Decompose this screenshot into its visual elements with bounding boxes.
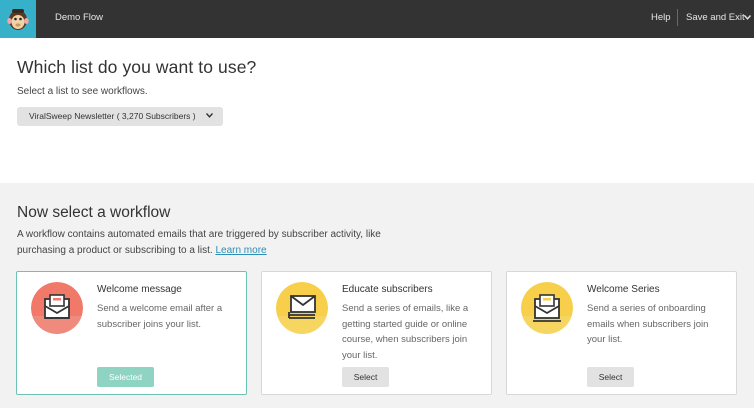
list-section-subtitle: Select a list to see workflows. [17,86,148,97]
workflow-section-title: Now select a workflow [17,204,171,221]
workflow-description-text: A workflow contains automated emails tha… [17,229,381,256]
card-title: Welcome Series [587,284,660,295]
select-button[interactable]: Select [342,367,389,387]
list-section-title: Which list do you want to use? [17,57,257,77]
top-bar: Demo Flow Help Save and Exit [0,0,754,38]
workflow-card-welcome-series[interactable]: Welcome Series Send a series of onboardi… [506,271,737,395]
workflow-card-welcome-message[interactable]: Welcome message Send a welcome email aft… [16,271,247,395]
select-button[interactable]: Select [587,367,634,387]
envelope-icon [31,282,83,334]
card-description: Send a series of emails, like a getting … [342,303,469,361]
card-description: Send a welcome email after a subscriber … [97,303,223,330]
list-dropdown-value: ViralSweep Newsletter ( 3,270 Subscriber… [29,111,196,121]
chimp-icon [7,9,29,30]
workflow-description: A workflow contains automated emails tha… [17,227,407,258]
card-title: Educate subscribers [342,284,433,295]
mailchimp-logo[interactable] [0,0,36,38]
save-and-exit-button[interactable]: Save and Exit [686,12,745,23]
workflow-card-educate-subscribers[interactable]: Educate subscribers Send a series of ema… [261,271,492,395]
chevron-down-icon[interactable] [744,15,751,20]
selected-button[interactable]: Selected [97,367,154,387]
card-title: Welcome message [97,284,182,295]
help-link[interactable]: Help [651,12,671,23]
header-divider [677,9,678,26]
list-dropdown[interactable]: ViralSweep Newsletter ( 3,270 Subscriber… [17,107,223,126]
envelopes-stack-icon [276,282,328,334]
app-title: Demo Flow [55,12,104,23]
envelope-icon [521,282,573,334]
card-description: Send a series of onboarding emails when … [587,303,709,345]
learn-more-link[interactable]: Learn more [215,245,266,256]
chevron-down-icon [206,113,213,118]
